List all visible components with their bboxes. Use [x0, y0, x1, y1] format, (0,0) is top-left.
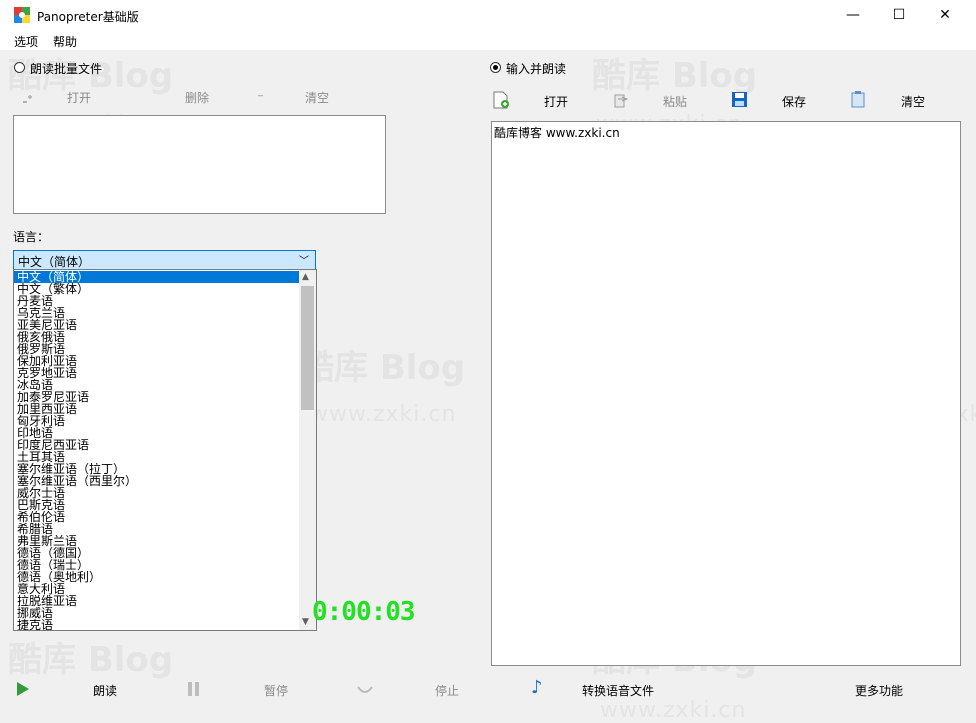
- language-option[interactable]: 丹麦语: [14, 295, 299, 307]
- language-option[interactable]: 巴斯克语: [14, 499, 299, 511]
- menu-bar: 选项 帮助: [0, 30, 976, 50]
- language-option[interactable]: 塞尔维亚语（拉丁）: [14, 463, 299, 475]
- language-option[interactable]: 亚美尼亚语: [14, 319, 299, 331]
- language-option[interactable]: 希腊语: [14, 523, 299, 535]
- close-icon: ✕: [939, 7, 951, 23]
- left-clear-button[interactable]: 清空: [305, 89, 329, 106]
- language-option[interactable]: 挪威语: [14, 607, 299, 619]
- paste-icon: [614, 94, 629, 108]
- language-option[interactable]: 匈牙利语: [14, 415, 299, 427]
- right-open-button[interactable]: 打开: [544, 93, 568, 110]
- minimize-icon: —: [846, 7, 860, 23]
- play-icon: [17, 682, 29, 696]
- batch-files-label: 朗读批量文件: [30, 62, 103, 76]
- stop-icon: [357, 686, 373, 693]
- left-delete-button[interactable]: 删除: [185, 89, 209, 106]
- language-option[interactable]: 中文（简体）: [14, 271, 299, 283]
- new-document-icon: [493, 91, 509, 109]
- language-option[interactable]: 意大利语: [14, 583, 299, 595]
- language-option[interactable]: 拉脱维亚语: [14, 595, 299, 607]
- more-features-button[interactable]: 更多功能: [855, 682, 903, 699]
- batch-file-list[interactable]: [13, 115, 386, 214]
- clipboard-icon: [851, 91, 865, 108]
- watermark-url: www.zxki.cn: [310, 402, 457, 427]
- maximize-button[interactable]: ☐: [876, 0, 922, 30]
- language-option[interactable]: 弗里斯兰语: [14, 535, 299, 547]
- title-bar: Panopreter基础版 — ☐ ✕: [0, 0, 976, 30]
- language-option[interactable]: 冰岛语: [14, 379, 299, 391]
- window-title: Panopreter基础版: [37, 10, 139, 24]
- reading-text-area[interactable]: 酷库博客 www.zxki.cn: [491, 121, 961, 666]
- watermark: 酷库 Blog: [300, 348, 466, 388]
- language-option[interactable]: 德语（瑞士）: [14, 559, 299, 571]
- input-read-label: 输入并朗读: [506, 62, 567, 76]
- language-option[interactable]: 塞尔维亚语（西里尔）: [14, 475, 299, 487]
- pause-button[interactable]: 暂停: [264, 682, 288, 699]
- elapsed-timer: 0:00:03: [312, 597, 416, 627]
- convert-audio-button[interactable]: 转换语音文件: [582, 682, 654, 699]
- menu-help[interactable]: 帮助: [53, 33, 77, 50]
- scroll-down-icon[interactable]: ▼: [302, 617, 309, 627]
- pause-icon: [188, 682, 199, 696]
- dropdown-scrollbar[interactable]: ▲ ▼: [299, 270, 316, 630]
- batch-files-radio[interactable]: [14, 62, 25, 73]
- language-option[interactable]: 保加利亚语: [14, 355, 299, 367]
- scrollbar-thumb[interactable]: [301, 286, 314, 410]
- read-button[interactable]: 朗读: [93, 682, 117, 699]
- language-option[interactable]: 德语（德国）: [14, 547, 299, 559]
- stop-button[interactable]: 停止: [435, 682, 459, 699]
- language-option[interactable]: 俄罗斯语: [14, 343, 299, 355]
- language-option[interactable]: 捷克语: [14, 619, 299, 630]
- scroll-up-icon[interactable]: ▲: [302, 272, 309, 282]
- input-read-radio[interactable]: [490, 62, 501, 73]
- close-button[interactable]: ✕: [922, 0, 968, 30]
- language-option[interactable]: 德语（奥地利）: [14, 571, 299, 583]
- language-option[interactable]: 印地语: [14, 427, 299, 439]
- maximize-icon: ☐: [892, 7, 906, 23]
- app-logo-icon: [14, 7, 30, 23]
- chevron-down-icon: ﹀: [299, 256, 309, 267]
- watermark: 酷库 Blog: [8, 640, 174, 680]
- minimize-button[interactable]: —: [830, 0, 876, 30]
- language-option[interactable]: 土耳其语: [14, 451, 299, 463]
- language-dropdown-list[interactable]: 中文（简体） 中文（繁体） 丹麦语 乌克兰语 亚美尼亚语 俄亥俄语 俄罗斯语 保加利亚语 克罗地…: [13, 269, 317, 631]
- language-label: 语言：: [13, 230, 50, 244]
- language-option[interactable]: 希伯伦语: [14, 511, 299, 523]
- menu-options[interactable]: 选项: [14, 33, 38, 50]
- language-option[interactable]: 克罗地亚语: [14, 367, 299, 379]
- paste-button[interactable]: 粘贴: [663, 93, 687, 110]
- watermark-url: www.zxki.cn: [600, 698, 747, 723]
- left-open-button[interactable]: 打开: [67, 89, 91, 106]
- language-option[interactable]: 俄亥俄语: [14, 331, 299, 343]
- language-option[interactable]: 印度尼西亚语: [14, 439, 299, 451]
- language-option[interactable]: 加泰罗尼亚语: [14, 391, 299, 403]
- reading-text: 酷库博客 www.zxki.cn: [494, 126, 620, 140]
- watermark: 酷库 Blog: [592, 56, 758, 96]
- right-clear-button[interactable]: 清空: [901, 93, 925, 110]
- language-option[interactable]: 威尔士语: [14, 487, 299, 499]
- language-option[interactable]: 中文（繁体）: [14, 283, 299, 295]
- open-file-icon: [23, 95, 32, 103]
- save-icon: [732, 92, 747, 107]
- language-select[interactable]: 中文（简体） ﹀: [13, 250, 316, 270]
- language-selected: 中文（简体）: [18, 255, 91, 269]
- music-note-icon: ♪: [531, 677, 543, 698]
- save-button[interactable]: 保存: [782, 93, 806, 110]
- clear-list-icon: _: [258, 86, 263, 97]
- language-option[interactable]: 加里西亚语: [14, 403, 299, 415]
- language-option[interactable]: 乌克兰语: [14, 307, 299, 319]
